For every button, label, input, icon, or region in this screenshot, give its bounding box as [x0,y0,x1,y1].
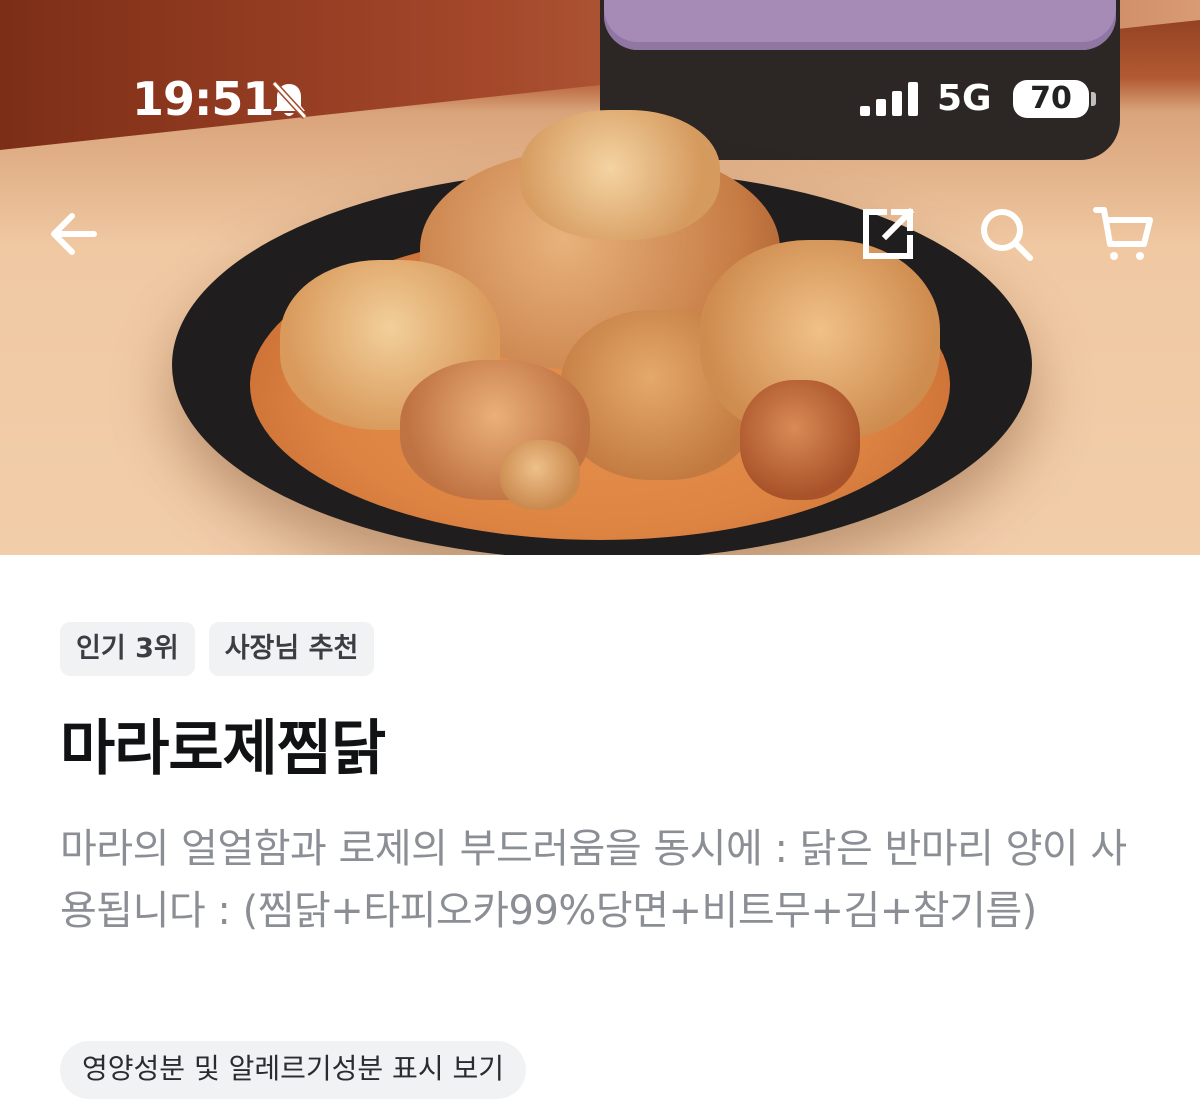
badge-list: 인기 3위 사장님 추천 [60,622,375,676]
back-button[interactable] [44,202,108,266]
network-type: 5G [937,78,992,119]
battery-icon: 70 [1013,80,1089,118]
cellular-signal-icon [860,82,918,116]
popularity-badge: 인기 3위 [60,622,195,676]
search-button[interactable] [974,202,1038,266]
status-time: 19:51 [132,72,274,126]
nutrition-info-button[interactable]: 영양성분 및 알레르기성분 표시 보기 [60,1041,527,1099]
back-arrow-icon [51,213,97,255]
product-description: 마라의 얼얼함과 로제의 부드러움을 동시에 : 닭은 반마리 양이 사용됩니다… [60,826,1127,934]
search-icon [981,209,1033,261]
battery-tip [1091,92,1096,106]
cart-icon [1093,207,1153,260]
bell-muted-icon [271,80,308,120]
share-icon [863,207,915,259]
food-piece [520,110,720,240]
share-button[interactable] [856,202,920,266]
food-piece [500,440,580,510]
product-title: 마라로제찜닭 [60,714,386,784]
food-piece [740,380,860,500]
container-lid [604,0,1116,50]
owner-recommend-badge: 사장님 추천 [208,622,375,676]
cart-button[interactable] [1092,202,1156,266]
